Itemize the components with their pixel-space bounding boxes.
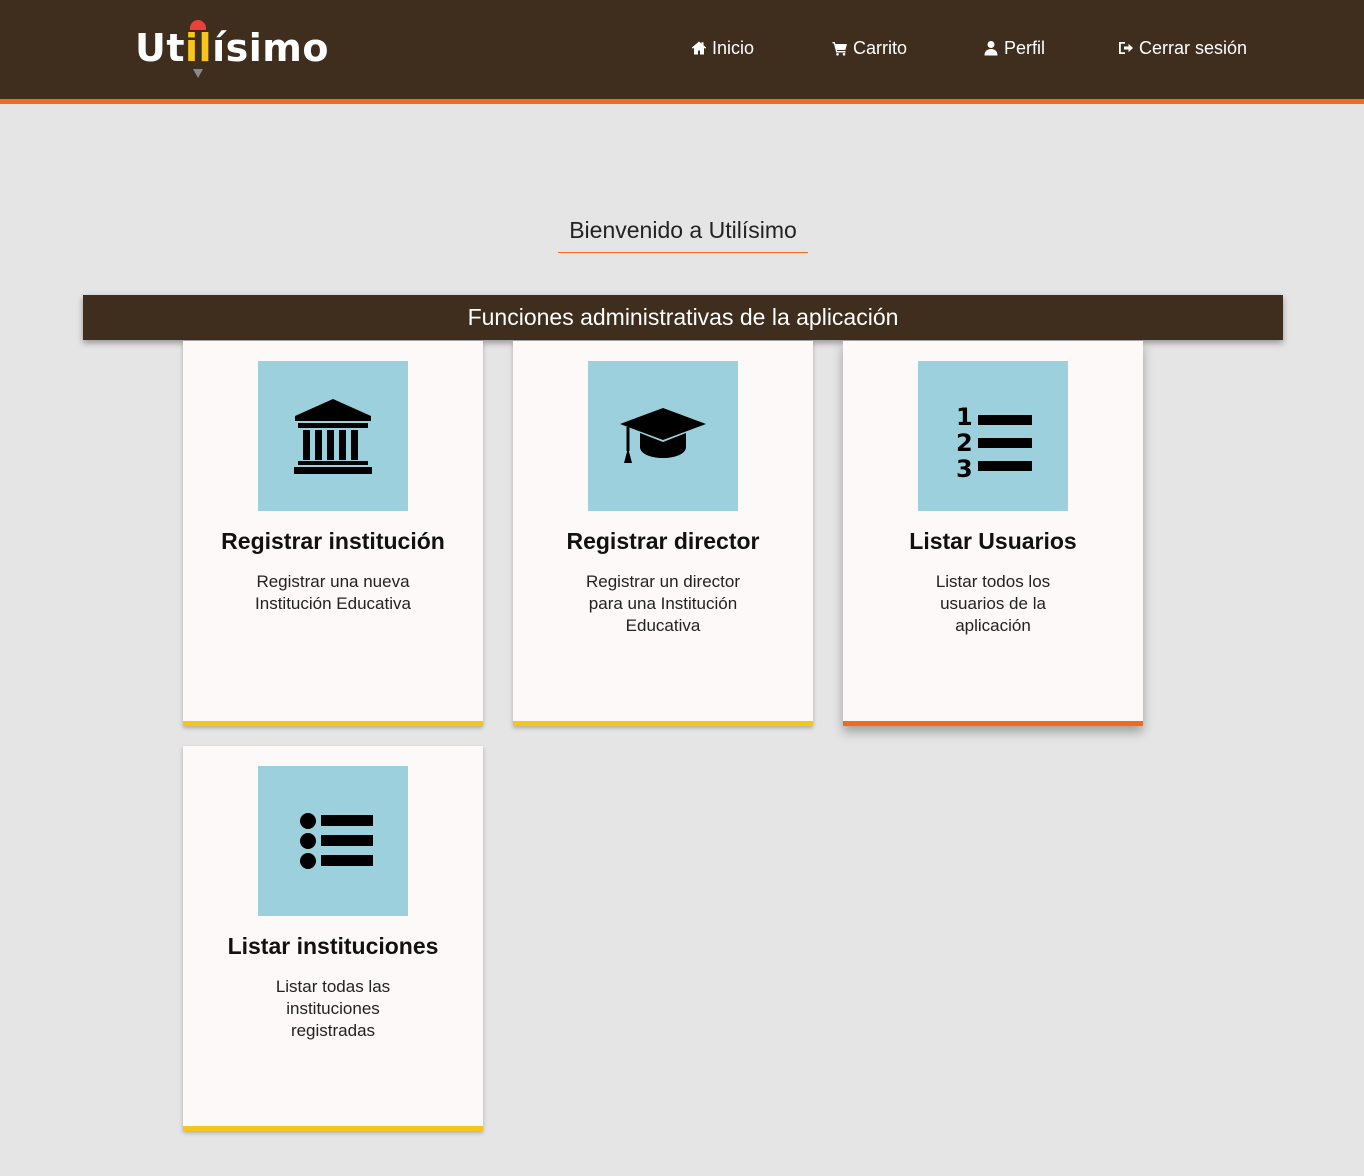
card-description: Registrar una nueva Institución Educativ… (255, 572, 411, 613)
utilisimo-logo[interactable]: Utilísimo (135, 20, 329, 82)
home-icon (690, 39, 708, 57)
card-title: Listar Usuarios (909, 528, 1077, 554)
card-registrar-institucion[interactable]: Registrar institución Registrar una nuev… (183, 341, 483, 726)
nav-inicio-label: Inicio (712, 38, 755, 58)
graduation-cap-icon (620, 408, 706, 463)
card-listar-instituciones[interactable]: Listar instituciones Listar todas las in… (183, 746, 483, 1131)
nav-carrito[interactable]: Carrito (831, 36, 907, 60)
cart-icon (831, 39, 849, 57)
card-description: Listar todos los usuarios de la aplicaci… (935, 572, 1051, 635)
logo-text-part1: Ut (135, 26, 186, 70)
card-bottom-stripe (513, 721, 813, 726)
card-icon-box (588, 361, 738, 511)
institution-icon (294, 399, 372, 474)
nav-inicio[interactable]: Inicio (690, 36, 754, 60)
nav-cerrar-sesion[interactable]: Cerrar sesión (1117, 36, 1247, 60)
card-title: Registrar institución (221, 528, 445, 554)
card-icon-box: 1 2 3 (918, 361, 1068, 511)
nav-perfil[interactable]: Perfil (982, 36, 1045, 60)
svg-text:2: 2 (956, 429, 973, 457)
welcome-title: Bienvenido a Utilísimo (558, 212, 808, 253)
nav-carrito-label: Carrito (853, 38, 908, 58)
sign-out-icon (1117, 39, 1135, 57)
card-description: Registrar un director para una Instituci… (585, 572, 740, 635)
svg-text:1: 1 (956, 403, 973, 431)
card-bottom-stripe (183, 1126, 483, 1131)
card-icon-box (258, 361, 408, 511)
card-title: Registrar director (566, 528, 760, 554)
card-listar-usuarios[interactable]: 1 2 3 Listar Usuarios Listar todos los u… (843, 341, 1143, 726)
card-registrar-director[interactable]: Registrar director Registrar un director… (513, 341, 813, 726)
card-bottom-stripe (183, 721, 483, 726)
nav-perfil-label: Perfil (1004, 38, 1046, 58)
user-icon (982, 39, 1000, 57)
bullet-list-icon (300, 813, 373, 869)
svg-text:3: 3 (956, 455, 973, 481)
card-title: Listar instituciones (227, 933, 439, 959)
numbered-list-icon: 1 2 3 (956, 403, 1032, 481)
nav-cerrar-sesion-label: Cerrar sesión (1139, 38, 1248, 58)
card-bottom-stripe (843, 721, 1143, 726)
section-title: Funciones administrativas de la aplicaci… (83, 295, 1283, 340)
logo-pencil-eraser (190, 20, 206, 30)
card-description: Listar todas las instituciones registrad… (275, 977, 391, 1040)
top-navbar: Utilísimo Inicio Carrito Perfil Cerrar s… (0, 0, 1364, 104)
logo-text-part2: il (185, 26, 213, 70)
card-icon-box (258, 766, 408, 916)
logo-pencil-tip (193, 69, 203, 78)
logo-text-part3: ísimo (212, 26, 329, 70)
